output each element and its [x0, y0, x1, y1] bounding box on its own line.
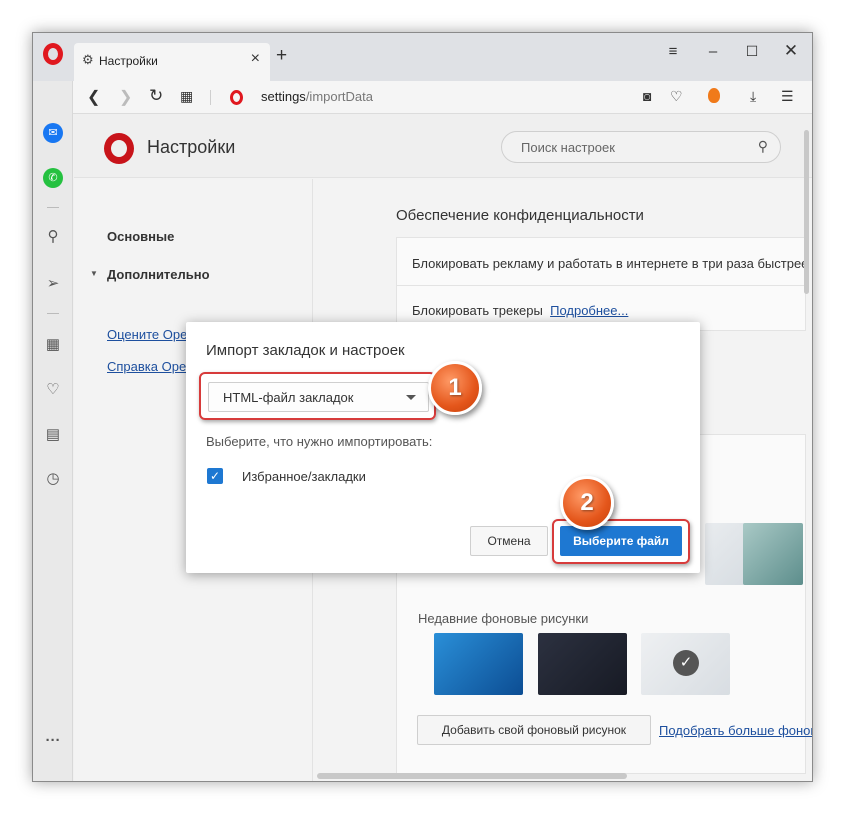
settings-header: Настройки Поиск настроек ⚲ — [74, 114, 812, 178]
news-icon[interactable]: ▤ — [43, 425, 63, 445]
wallpaper-thumb[interactable] — [743, 523, 803, 585]
select-value: HTML-файл закладок — [223, 390, 354, 405]
forward-icon[interactable]: ❯ — [119, 87, 132, 107]
reload-icon[interactable]: ↻ — [149, 86, 163, 106]
tab-settings[interactable]: ⚙ Настройки × — [74, 43, 270, 81]
tab-title: Настройки — [99, 54, 158, 68]
send-icon[interactable]: ➢ — [43, 274, 63, 294]
help-opera-link[interactable]: Справка Opera — [107, 359, 198, 374]
block-trackers-label: Блокировать трекеры — [412, 303, 543, 318]
wallpaper-thumb[interactable] — [434, 633, 523, 695]
opera-logo — [104, 133, 134, 164]
history-icon[interactable]: ◷ — [43, 469, 63, 489]
check-icon: ✓ — [673, 650, 699, 676]
recent-wallpapers-label: Недавние фоновые рисунки — [418, 611, 589, 626]
cancel-button[interactable]: Отмена — [470, 526, 548, 556]
speed-dial-icon[interactable]: ▦ — [43, 335, 63, 355]
search-icon[interactable]: ⚲ — [758, 138, 768, 155]
sidebar: ✉ ✆ ⚲ ➢ ▦ ♡ ▤ ◷ ··· — [33, 81, 73, 781]
wallpaper-thumb-selected[interactable]: ✓ — [641, 633, 730, 695]
more-wallpapers-link[interactable]: Подобрать больше фоновых рисунков — [659, 723, 812, 738]
search-placeholder: Поиск настроек — [521, 140, 615, 155]
divider — [47, 207, 59, 208]
close-tab-icon[interactable]: × — [251, 50, 260, 68]
horizontal-scrollbar[interactable] — [317, 773, 627, 779]
heart-icon[interactable]: ♡ — [670, 88, 683, 105]
new-tab-icon[interactable]: + — [276, 46, 287, 66]
dialog-title: Импорт закладок и настроек — [206, 342, 405, 359]
more-info-link[interactable]: Подробнее... — [550, 303, 628, 318]
vertical-scrollbar[interactable] — [804, 130, 809, 294]
privacy-section-title: Обеспечение конфиденциальности — [396, 207, 644, 224]
nav-basic[interactable]: Основные — [107, 229, 174, 244]
maximize-icon[interactable]: ☐ — [741, 43, 763, 60]
back-icon[interactable]: ❮ — [87, 87, 100, 107]
download-icon[interactable]: ⤓ — [750, 88, 756, 105]
messenger-icon[interactable]: ✉ — [43, 123, 63, 143]
more-icon[interactable]: ··· — [43, 731, 63, 751]
extension-fire-icon[interactable] — [708, 88, 720, 103]
divider — [397, 285, 807, 286]
gear-icon: ⚙ — [82, 52, 94, 67]
heart-icon[interactable]: ♡ — [43, 380, 63, 400]
import-prompt: Выберите, что нужно импортировать: — [206, 434, 433, 449]
bookmarks-checkbox-label: Избранное/закладки — [242, 469, 366, 484]
whatsapp-icon[interactable]: ✆ — [43, 168, 63, 188]
bookmarks-checkbox[interactable]: ✓ — [207, 468, 223, 484]
choose-file-button[interactable]: Выберите файл — [560, 526, 682, 556]
wallpaper-thumb[interactable] — [538, 633, 627, 695]
block-ads-option[interactable]: Блокировать рекламу и работать в интерне… — [412, 256, 808, 271]
title-bar: ⚙ Настройки × + ≡ – ☐ ✕ — [33, 33, 812, 81]
address-bar: ❮ ❯ ↻ ▦ settings/importData ◙ ♡ ⤓ ☰ — [73, 81, 812, 114]
chevron-down-icon — [406, 395, 416, 400]
opera-menu-icon[interactable] — [43, 43, 63, 65]
add-wallpaper-button[interactable]: Добавить свой фоновый рисунок — [417, 715, 651, 745]
url-host: settings — [261, 89, 306, 104]
divider — [47, 313, 59, 314]
import-dialog: Импорт закладок и настроек HTML-файл зак… — [186, 322, 700, 573]
easy-setup-icon[interactable]: ☰ — [781, 88, 794, 105]
block-trackers-option[interactable]: Блокировать трекеры Подробнее... — [412, 303, 628, 318]
settings-search-input[interactable]: Поиск настроек ⚲ — [501, 131, 781, 163]
search-icon[interactable]: ⚲ — [43, 227, 63, 247]
url-path: /importData — [305, 89, 374, 104]
opera-page-icon — [230, 90, 243, 105]
privacy-card: Блокировать рекламу и работать в интерне… — [396, 237, 808, 331]
url-field[interactable]: settings/importData — [261, 89, 373, 104]
nav-advanced[interactable]: Дополнительно — [107, 267, 210, 282]
triangle-down-icon: ▼ — [90, 269, 98, 278]
minimize-icon[interactable]: – — [702, 43, 724, 60]
speed-dial-icon[interactable]: ▦ — [180, 88, 193, 105]
divider — [210, 90, 211, 105]
tab-menu-icon[interactable]: ≡ — [662, 43, 684, 60]
import-source-select[interactable]: HTML-файл закладок — [208, 382, 429, 412]
window-close-icon[interactable]: ✕ — [780, 41, 802, 61]
page-title: Настройки — [147, 137, 236, 157]
camera-icon[interactable]: ◙ — [643, 88, 651, 104]
